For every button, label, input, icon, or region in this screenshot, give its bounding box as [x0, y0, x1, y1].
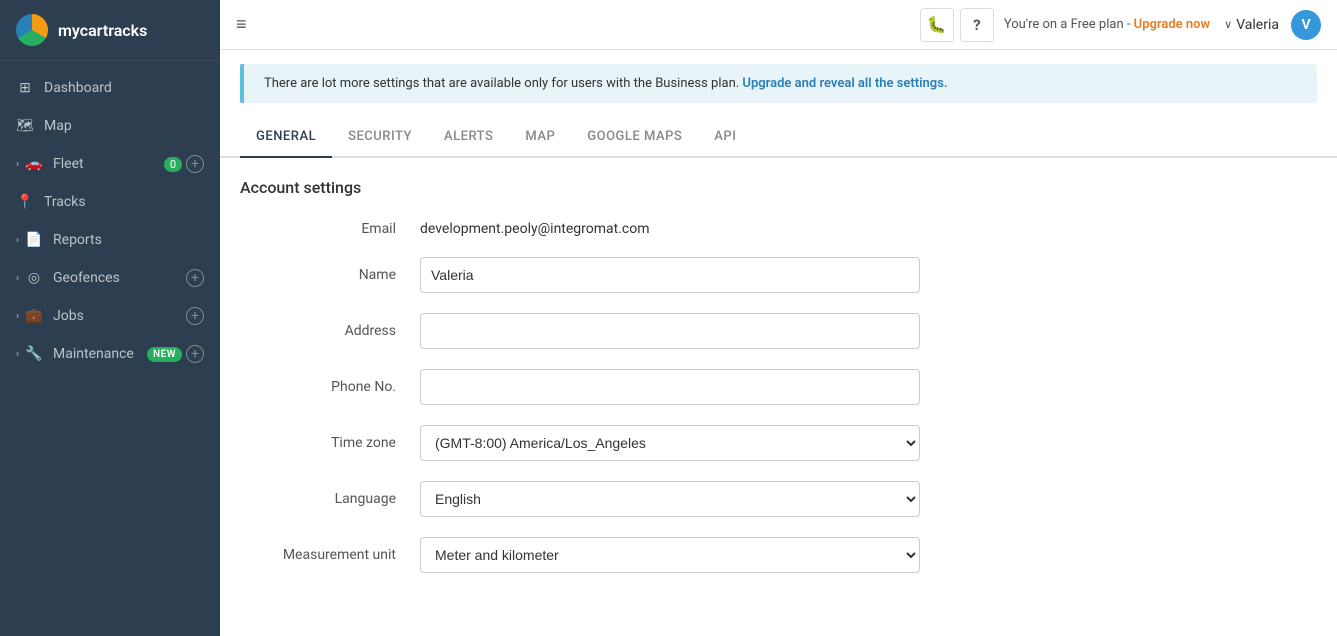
sidebar-item-dashboard[interactable]: ⊞ Dashboard [0, 69, 220, 107]
measurement-select[interactable]: Meter and kilometer Mile and yard Feet a… [420, 537, 920, 573]
tab-alerts[interactable]: ALERTS [428, 117, 509, 156]
upgrade-banner: There are lot more settings that are ava… [240, 64, 1317, 103]
upgrade-link[interactable]: Upgrade now [1134, 17, 1210, 32]
sidebar-label-geofences: Geofences [53, 270, 120, 286]
measurement-row: Measurement unit Meter and kilometer Mil… [240, 537, 1297, 573]
tab-google-maps[interactable]: GOOGLE MAPS [571, 117, 698, 156]
language-label: Language [240, 491, 420, 507]
section-title: Account settings [240, 178, 1297, 197]
sidebar-logo: mycartracks [0, 0, 220, 61]
tab-api[interactable]: API [698, 117, 752, 156]
content-area: There are lot more settings that are ava… [220, 50, 1337, 636]
reports-chevron-icon: › [16, 235, 19, 246]
address-input[interactable] [420, 313, 920, 349]
email-value: development.peoly@integromat.com [420, 221, 650, 237]
avatar[interactable]: V [1291, 10, 1321, 40]
maintenance-new-badge: NEW [147, 347, 182, 362]
measurement-label: Measurement unit [240, 547, 420, 563]
geofences-chevron-icon: › [16, 273, 19, 284]
account-settings-form: Account settings Email development.peoly… [220, 158, 1337, 613]
banner-text: There are lot more settings that are ava… [264, 76, 742, 91]
sidebar-label-map: Map [44, 118, 72, 134]
email-row: Email development.peoly@integromat.com [240, 221, 1297, 237]
user-chevron-icon: ∨ [1224, 18, 1232, 31]
phone-input[interactable] [420, 369, 920, 405]
banner-upgrade-link[interactable]: Upgrade and reveal all the settings. [742, 76, 947, 91]
grid-icon: ⊞ [16, 79, 34, 97]
bug-icon[interactable]: 🐛 [920, 8, 954, 42]
jobs-add-button[interactable]: + [186, 307, 204, 325]
sidebar-label-tracks: Tracks [44, 194, 86, 210]
timezone-select[interactable]: (GMT-8:00) America/Los_Angeles(GMT-5:00)… [420, 425, 920, 461]
email-label: Email [240, 221, 420, 237]
timezone-row: Time zone (GMT-8:00) America/Los_Angeles… [240, 425, 1297, 461]
sidebar-label-maintenance: Maintenance [53, 346, 134, 362]
main-content: ≡ 🐛 ? You're on a Free plan - Upgrade no… [220, 0, 1337, 636]
help-icon[interactable]: ? [960, 8, 994, 42]
timezone-label: Time zone [240, 435, 420, 451]
tab-map[interactable]: MAP [509, 117, 571, 156]
phone-label: Phone No. [240, 379, 420, 395]
sidebar-item-fleet[interactable]: › 🚗 Fleet 0 + [0, 145, 220, 183]
jobs-chevron-icon: › [16, 311, 19, 322]
maintenance-add-button[interactable]: + [186, 345, 204, 363]
sidebar-item-jobs[interactable]: › 💼 Jobs + [0, 297, 220, 335]
map-icon: 🗺 [16, 117, 34, 135]
name-row: Name [240, 257, 1297, 293]
sidebar-item-geofences[interactable]: › ◎ Geofences + [0, 259, 220, 297]
language-row: Language English Spanish French German I… [240, 481, 1297, 517]
user-name: Valeria [1236, 17, 1279, 33]
sidebar-item-map[interactable]: 🗺 Map [0, 107, 220, 145]
name-input[interactable] [420, 257, 920, 293]
sidebar-item-maintenance[interactable]: › 🔧 Maintenance NEW + [0, 335, 220, 373]
maintenance-wrench-icon: 🔧 [25, 345, 43, 363]
sidebar: mycartracks ⊞ Dashboard 🗺 Map › 🚗 Fleet … [0, 0, 220, 636]
logo-icon [16, 14, 48, 46]
sidebar-item-reports[interactable]: › 📄 Reports [0, 221, 220, 259]
plan-text: You're on a Free plan - [1004, 17, 1134, 32]
sidebar-label-reports: Reports [53, 232, 102, 248]
user-menu[interactable]: ∨ Valeria [1224, 17, 1285, 33]
phone-row: Phone No. [240, 369, 1297, 405]
menu-icon[interactable]: ≡ [236, 14, 247, 35]
fleet-add-button[interactable]: + [186, 155, 204, 173]
name-label: Name [240, 267, 420, 283]
tracks-pin-icon: 📍 [16, 193, 34, 211]
geofences-add-button[interactable]: + [186, 269, 204, 287]
address-label: Address [240, 323, 420, 339]
geofences-circle-icon: ◎ [25, 269, 43, 287]
car-icon: 🚗 [25, 155, 43, 173]
fleet-chevron-icon: › [16, 159, 19, 170]
reports-doc-icon: 📄 [25, 231, 43, 249]
sidebar-label-fleet: Fleet [53, 156, 84, 172]
sidebar-nav: ⊞ Dashboard 🗺 Map › 🚗 Fleet 0 + 📍 Tracks… [0, 61, 220, 381]
logo-text: mycartracks [58, 21, 147, 40]
language-select[interactable]: English Spanish French German Italian [420, 481, 920, 517]
tab-security[interactable]: SECURITY [332, 117, 428, 156]
jobs-briefcase-icon: 💼 [25, 307, 43, 325]
settings-tabs: GENERAL SECURITY ALERTS MAP GOOGLE MAPS … [220, 117, 1337, 158]
tab-general[interactable]: GENERAL [240, 117, 332, 158]
maintenance-chevron-icon: › [16, 349, 19, 360]
plan-info: You're on a Free plan - Upgrade now [1004, 17, 1210, 32]
topbar: ≡ 🐛 ? You're on a Free plan - Upgrade no… [220, 0, 1337, 50]
sidebar-item-tracks[interactable]: 📍 Tracks [0, 183, 220, 221]
fleet-badge: 0 [164, 157, 182, 172]
address-row: Address [240, 313, 1297, 349]
sidebar-label-dashboard: Dashboard [44, 80, 112, 96]
sidebar-label-jobs: Jobs [53, 308, 84, 324]
